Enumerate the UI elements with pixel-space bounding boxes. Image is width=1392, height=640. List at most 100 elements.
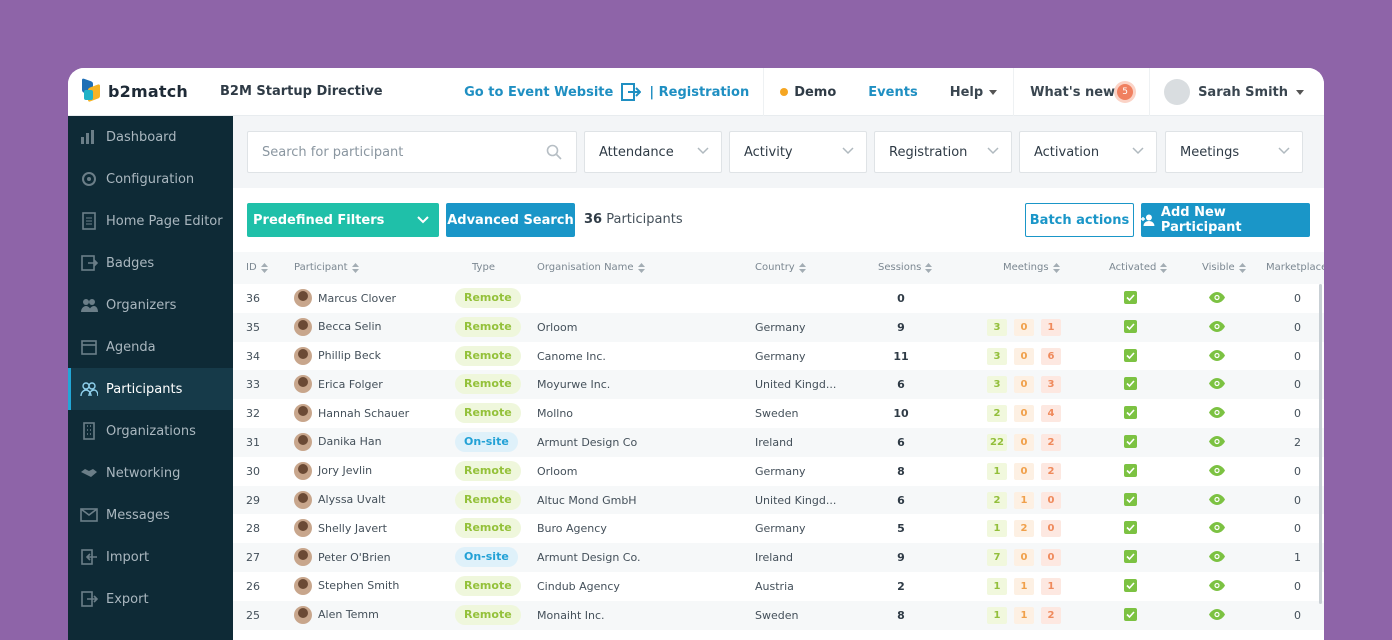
table-row[interactable]: 29 Alyssa Uvalt Remote Altuc Mond GmbH Unite… bbox=[233, 485, 1324, 515]
column-header-type[interactable]: Type bbox=[472, 262, 495, 273]
batch-actions-button[interactable]: Batch actions bbox=[1025, 203, 1134, 237]
sidebar-item-import[interactable]: Import bbox=[68, 536, 233, 578]
brand-logo[interactable]: b2match bbox=[80, 77, 188, 103]
filter-activation-select[interactable]: Activation bbox=[1019, 131, 1157, 173]
activated-checkbox[interactable] bbox=[1124, 291, 1137, 304]
column-header-sessions[interactable]: Sessions bbox=[878, 262, 933, 273]
activated-checkbox[interactable] bbox=[1124, 607, 1137, 621]
table-row[interactable]: 34 Phillip Beck Remote Canome Inc. Germany 11… bbox=[233, 342, 1324, 371]
search-input[interactable]: Search for participant bbox=[247, 131, 577, 173]
visible-eye-icon[interactable] bbox=[1209, 579, 1225, 591]
table-scrollbar[interactable] bbox=[1319, 284, 1322, 604]
sidebar-item-badges[interactable]: Badges bbox=[68, 242, 233, 284]
filter-meetings-select[interactable]: Meetings bbox=[1165, 131, 1303, 173]
sidebar-item-export[interactable]: Export bbox=[68, 578, 233, 620]
participant-cell[interactable]: Hannah Schauer bbox=[294, 404, 409, 423]
column-header-meetings[interactable]: Meetings bbox=[1003, 262, 1060, 273]
activated-checkbox[interactable] bbox=[1124, 578, 1137, 592]
table-row[interactable]: 31 Danika Han On-site Armunt Design Co Irela… bbox=[233, 427, 1324, 457]
sidebar-item-messages[interactable]: Messages bbox=[68, 494, 233, 536]
participant-cell[interactable]: Alen Temm bbox=[294, 605, 379, 624]
table-row[interactable]: 26 Stephen Smith Remote Cindub Agency Austri… bbox=[233, 572, 1324, 601]
visible-eye-icon[interactable] bbox=[1209, 407, 1225, 419]
column-header-activated[interactable]: Activated bbox=[1109, 262, 1168, 273]
go-to-event-link[interactable]: Go to Event Website bbox=[464, 85, 613, 100]
activated-checkbox[interactable] bbox=[1124, 463, 1137, 477]
predefined-filters-dropdown[interactable]: Predefined Filters bbox=[247, 203, 439, 237]
filter-activity-select[interactable]: Activity bbox=[729, 131, 867, 173]
participant-name: Marcus Clover bbox=[318, 291, 397, 305]
visible-eye-icon[interactable] bbox=[1209, 608, 1225, 620]
participant-cell[interactable]: Alyssa Uvalt bbox=[294, 490, 385, 509]
visible-eye-icon[interactable] bbox=[1209, 464, 1225, 476]
participant-cell[interactable]: Peter O'Brien bbox=[294, 548, 391, 567]
visible-eye-icon[interactable] bbox=[1209, 493, 1225, 505]
table-row[interactable]: 36 Marcus Clover Remote 0 0 bbox=[233, 284, 1324, 313]
organisation-name: Mollno bbox=[537, 407, 574, 421]
table-row[interactable]: 28 Shelly Javert Remote Buro Agency Germany 5… bbox=[233, 514, 1324, 543]
column-header-participant[interactable]: Participant bbox=[294, 262, 359, 273]
user-menu[interactable]: Sarah Smith bbox=[1150, 68, 1324, 116]
participant-cell[interactable]: Shelly Javert bbox=[294, 519, 387, 538]
participant-cell[interactable]: Erica Folger bbox=[294, 375, 383, 394]
meetings-count: 1 bbox=[987, 577, 1007, 595]
sidebar-item-participants[interactable]: Participants bbox=[68, 368, 233, 410]
visible-eye-icon[interactable] bbox=[1209, 551, 1225, 563]
sidebar-item-configuration[interactable]: Configuration bbox=[68, 158, 233, 200]
whats-new-button[interactable]: What's new 5 bbox=[1014, 68, 1149, 116]
column-header-id[interactable]: ID bbox=[246, 262, 268, 273]
sessions-count: 6 bbox=[897, 493, 905, 507]
advanced-search-button[interactable]: Advanced Search bbox=[446, 203, 575, 237]
activated-checkbox[interactable] bbox=[1124, 492, 1137, 506]
events-link[interactable]: Events bbox=[868, 85, 917, 100]
table-row[interactable]: 35 Becca Selin Remote Orloom Germany 9 3 0 1 0 bbox=[233, 312, 1324, 342]
add-new-participant-button[interactable]: Add New Participant bbox=[1141, 203, 1310, 237]
table-row[interactable]: 30 Jory Jevlin Remote Orloom Germany 8 1 0 2 0 bbox=[233, 457, 1324, 486]
meetings-count: 0 bbox=[1041, 549, 1061, 567]
visible-eye-icon[interactable] bbox=[1209, 378, 1225, 390]
activated-checkbox[interactable] bbox=[1124, 434, 1137, 448]
filter-registration-select[interactable]: Registration bbox=[874, 131, 1012, 173]
filter-label: Registration bbox=[889, 144, 968, 160]
visible-eye-icon[interactable] bbox=[1209, 435, 1225, 447]
sidebar-item-networking[interactable]: Networking bbox=[68, 452, 233, 494]
exit-arrow-icon[interactable] bbox=[621, 82, 642, 102]
activated-checkbox[interactable] bbox=[1124, 348, 1137, 362]
demo-status[interactable]: Demo bbox=[764, 68, 852, 116]
activated-checkbox[interactable] bbox=[1124, 521, 1137, 535]
column-header-visible[interactable]: Visible bbox=[1202, 262, 1246, 273]
sidebar-item-agenda[interactable]: Agenda bbox=[68, 326, 233, 368]
sidebar-item-dashboard[interactable]: Dashboard bbox=[68, 116, 233, 158]
help-menu[interactable]: Help bbox=[934, 68, 1013, 116]
sidebar-item-home-page-editor[interactable]: Home Page Editor bbox=[68, 200, 233, 242]
participant-cell[interactable]: Becca Selin bbox=[294, 317, 381, 336]
participant-cell[interactable]: Marcus Clover bbox=[294, 289, 396, 307]
visible-eye-icon[interactable] bbox=[1209, 522, 1225, 534]
marketplace-count: 1 bbox=[1294, 551, 1301, 565]
filter-attendance-select[interactable]: Attendance bbox=[584, 131, 722, 173]
table-row[interactable]: 27 Peter O'Brien On-site Armunt Design Co. I… bbox=[233, 543, 1324, 572]
participant-cell[interactable]: Phillip Beck bbox=[294, 346, 381, 365]
sort-icon bbox=[351, 262, 359, 273]
table-row[interactable]: 25 Alen Temm Remote Monaiht Inc. Sweden 8 1 1 2 0 bbox=[233, 600, 1324, 630]
table-row[interactable]: 32 Hannah Schauer Remote Mollno Sweden 10 2 0 4 0 bbox=[233, 399, 1324, 428]
column-header-organisation-name[interactable]: Organisation Name bbox=[537, 262, 645, 273]
activated-checkbox[interactable] bbox=[1124, 377, 1137, 391]
activated-checkbox[interactable] bbox=[1124, 319, 1137, 333]
activated-checkbox[interactable] bbox=[1124, 406, 1137, 420]
column-header-country[interactable]: Country bbox=[755, 262, 806, 273]
marketplace-count: 0 bbox=[1294, 349, 1301, 363]
registration-link[interactable]: | Registration bbox=[649, 85, 749, 100]
sidebar-item-organizations[interactable]: Organizations bbox=[68, 410, 233, 452]
participant-cell[interactable]: Jory Jevlin bbox=[294, 461, 372, 480]
column-header-marketplace[interactable]: Marketplace bbox=[1266, 262, 1324, 273]
participant-cell[interactable]: Stephen Smith bbox=[294, 576, 399, 595]
table-row[interactable]: 33 Erica Folger Remote Moyurwe Inc. United K… bbox=[233, 370, 1324, 400]
sidebar-item-organizers[interactable]: Organizers bbox=[68, 284, 233, 326]
activated-checkbox[interactable] bbox=[1124, 550, 1137, 564]
visible-eye-icon[interactable] bbox=[1209, 349, 1225, 361]
participant-cell[interactable]: Danika Han bbox=[294, 432, 382, 451]
envelope-icon bbox=[80, 508, 98, 522]
visible-eye-icon[interactable] bbox=[1209, 292, 1225, 303]
visible-eye-icon[interactable] bbox=[1209, 320, 1225, 332]
